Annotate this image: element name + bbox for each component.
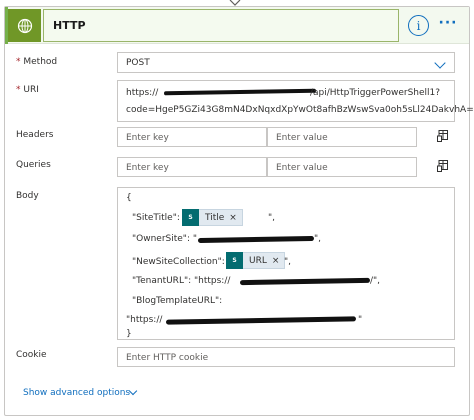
method-value: POST	[126, 58, 150, 68]
body-open-brace: {	[126, 193, 132, 203]
new-site-key: "NewSiteCollection": "	[132, 257, 232, 267]
info-button[interactable]: i	[408, 15, 429, 36]
blog-template-value: "https://	[126, 315, 163, 325]
cookie-label: Cookie	[16, 350, 47, 360]
remove-token-icon[interactable]: ×	[229, 213, 242, 223]
globe-icon	[8, 9, 41, 42]
headers-label: Headers	[16, 130, 54, 140]
headers-value-input[interactable]: Enter value	[267, 127, 417, 147]
more-icon: ···	[438, 15, 458, 31]
sharepoint-icon: S	[182, 209, 199, 226]
blog-template-key: "BlogTemplateURL":	[132, 296, 223, 306]
http-action-card: HTTP i ··· * Method POST * URI https:// …	[4, 6, 474, 416]
method-select[interactable]: POST	[117, 52, 455, 73]
redaction-mark	[165, 316, 357, 325]
redaction-mark	[163, 88, 317, 96]
headers-key-input[interactable]: Enter key	[117, 127, 267, 147]
more-options-button[interactable]: ···	[436, 16, 460, 34]
redaction-mark	[239, 277, 371, 286]
uri-input[interactable]: https:// /api/HttpTriggerPowerShell1? co…	[117, 80, 474, 122]
switch-to-text-mode-icon[interactable]	[437, 130, 448, 142]
action-title-input[interactable]: HTTP	[43, 9, 399, 42]
action-title: HTTP	[53, 19, 86, 32]
remove-token-icon[interactable]: ×	[272, 256, 285, 266]
body-close-brace: }	[126, 329, 132, 339]
switch-to-text-mode-icon[interactable]	[437, 160, 448, 172]
method-label: * Method	[16, 57, 58, 67]
body-editor[interactable]: { "SiteTitle": " S Title × ", "OwnerSite…	[117, 187, 455, 340]
queries-key-input[interactable]: Enter key	[117, 157, 267, 177]
token-label: URL	[249, 255, 267, 266]
uri-line1-end: /api/HttpTriggerPowerShell1?	[310, 88, 441, 98]
sharepoint-icon: S	[226, 252, 243, 269]
token-label: Title	[205, 212, 225, 223]
info-icon: i	[416, 18, 421, 33]
queries-value-input[interactable]: Enter value	[267, 157, 417, 177]
cookie-input[interactable]: Enter HTTP cookie	[117, 347, 455, 367]
uri-label: * URI	[16, 85, 39, 95]
redaction-mark	[197, 235, 315, 244]
owner-site-key: "OwnerSite": "	[132, 234, 197, 244]
action-header[interactable]: HTTP i ···	[5, 7, 469, 44]
chevron-down-icon	[434, 57, 446, 69]
queries-label: Queries	[16, 160, 51, 170]
site-title-key: "SiteTitle": "	[132, 213, 187, 223]
title-token[interactable]: S Title ×	[182, 209, 243, 226]
uri-line1-start: https://	[126, 88, 159, 98]
tenant-url-key: "TenantURL": "https://	[132, 276, 231, 286]
url-token[interactable]: S URL ×	[226, 252, 286, 269]
body-label: Body	[16, 191, 39, 201]
uri-line2: code=HgeP5GZi43G8mN4DxNqxdXpYwOt8afhBzWs…	[126, 105, 474, 115]
show-advanced-options-link[interactable]: Show advanced options	[23, 388, 130, 398]
